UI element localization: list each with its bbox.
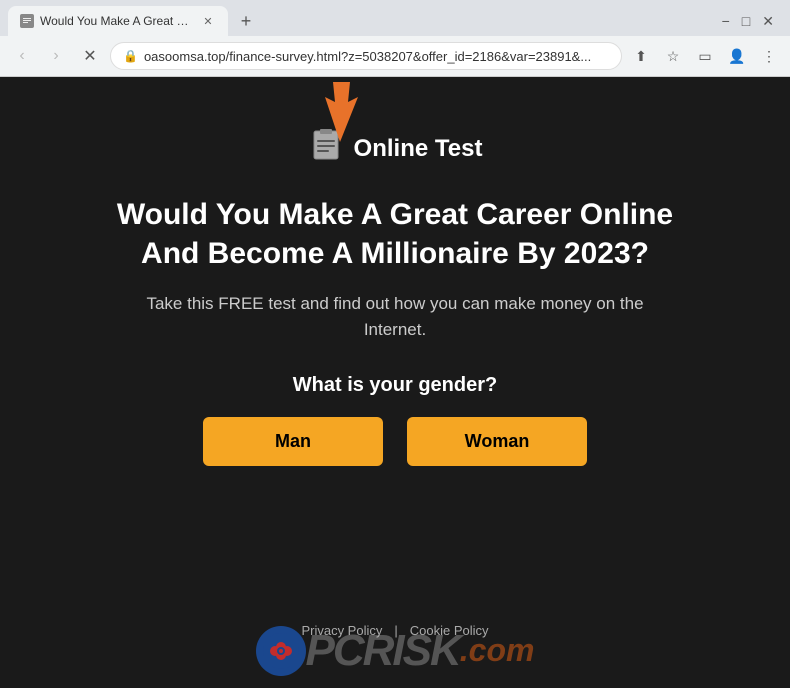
address-box[interactable]: 🔒 oasoomsa.top/finance-survey.html?z=503… xyxy=(110,42,622,70)
orange-arrow-container xyxy=(305,77,385,152)
address-bar-row: ‹ › ✕ 🔒 oasoomsa.top/finance-survey.html… xyxy=(0,36,790,76)
window-controls: − □ ✕ xyxy=(722,13,774,30)
tab-bar: Would You Make A Great Caree ✕ + − □ ✕ xyxy=(0,0,790,36)
maximize-button[interactable]: □ xyxy=(742,13,750,29)
watermark: PC RISK .com xyxy=(0,613,790,688)
profile-button[interactable]: 👤 xyxy=(724,43,750,69)
sub-heading: Take this FREE test and find out how you… xyxy=(125,291,665,342)
menu-button[interactable]: ⋮ xyxy=(756,43,782,69)
com-text: .com xyxy=(460,632,535,669)
url-text: oasoomsa.top/finance-survey.html?z=50382… xyxy=(144,49,609,64)
tab-title: Would You Make A Great Caree xyxy=(40,14,194,28)
active-tab[interactable]: Would You Make A Great Caree ✕ xyxy=(8,6,228,36)
forward-button[interactable]: › xyxy=(42,42,70,70)
minimize-button[interactable]: − xyxy=(722,13,730,29)
pcrisk-text: PC xyxy=(306,626,363,676)
address-actions: ⬆ ☆ ▭ 👤 ⋮ xyxy=(628,43,782,69)
main-heading: Would You Make A Great Career Online And… xyxy=(55,195,735,273)
bookmark-button[interactable]: ☆ xyxy=(660,43,686,69)
pcrisk-favicon xyxy=(256,626,306,676)
new-tab-button[interactable]: + xyxy=(232,7,260,35)
man-button[interactable]: Man xyxy=(203,417,383,466)
browser-chrome: Would You Make A Great Caree ✕ + − □ ✕ ‹… xyxy=(0,0,790,77)
tab-close-button[interactable]: ✕ xyxy=(200,13,216,29)
close-button[interactable]: ✕ xyxy=(762,13,774,30)
reload-button[interactable]: ✕ xyxy=(76,42,104,70)
tab-favicon xyxy=(20,14,34,28)
back-button[interactable]: ‹ xyxy=(8,42,36,70)
lock-icon: 🔒 xyxy=(123,49,138,63)
page-content: Online Test Would You Make A Great Caree… xyxy=(0,77,790,688)
orange-arrow-svg xyxy=(305,77,385,147)
risk-text: RISK xyxy=(363,626,460,676)
woman-button[interactable]: Woman xyxy=(407,417,587,466)
gender-button-row: Man Woman xyxy=(203,417,587,466)
tab-search-button[interactable]: ▭ xyxy=(692,43,718,69)
watermark-logo: PC RISK .com xyxy=(256,626,535,676)
share-button[interactable]: ⬆ xyxy=(628,43,654,69)
gender-question: What is your gender? xyxy=(293,374,497,397)
